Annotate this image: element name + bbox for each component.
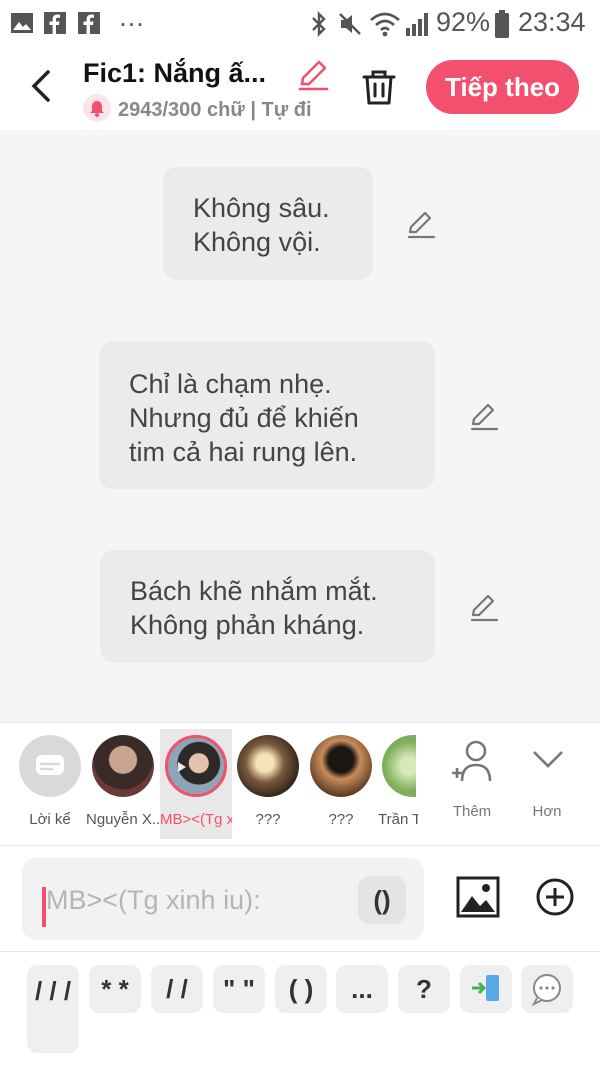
bluetooth-icon	[312, 11, 326, 37]
message-input[interactable]: MB><(Tg xinh iu): ()	[22, 858, 424, 940]
back-arrow-icon[interactable]	[24, 64, 60, 108]
facebook-notification-icon	[44, 12, 66, 34]
character-label: ???	[328, 811, 354, 828]
message-line: Nhưng đủ để khiến	[129, 403, 359, 433]
character-avatar[interactable]	[237, 735, 299, 797]
chevron-down-icon[interactable]	[531, 749, 565, 769]
message-line: tim cả hai rung lên.	[129, 437, 358, 467]
phone-arrow-icon	[472, 975, 499, 1001]
symbol-button[interactable]: " "	[213, 965, 265, 1013]
image-icon[interactable]	[456, 876, 500, 918]
message-bubble[interactable]: Không sâu. Không vội.	[163, 167, 373, 280]
story-title: Fic1: Nắng ấ...	[83, 58, 267, 88]
symbol-button[interactable]: ...	[336, 965, 388, 1013]
message-bubble[interactable]: Bách khẽ nhắm mắt. Không phản kháng.	[100, 550, 435, 663]
more-label[interactable]: Hơn	[524, 803, 570, 820]
character-avatar[interactable]	[92, 735, 154, 797]
message-line: Không sâu.	[193, 193, 330, 223]
word-count-status: 2943/300 chữ | Tự đi	[118, 99, 312, 121]
message-line: Chỉ là chạm nhẹ.	[129, 369, 332, 399]
character-label: Nguyễn X...	[86, 811, 160, 828]
bell-icon	[83, 94, 111, 122]
clock: 23:34	[518, 7, 586, 37]
character-picker: Lời kể Nguyễn X... MB><(Tg x... ??? ??? …	[0, 722, 600, 845]
edit-title-icon[interactable]	[296, 58, 330, 92]
character-label: MB><(Tg x...	[160, 811, 232, 828]
message-line: Không phản kháng.	[130, 610, 365, 640]
battery-percent: 92%	[436, 7, 491, 37]
more-notifications-indicator: …	[118, 2, 145, 32]
image-notification-icon	[11, 13, 33, 33]
edit-message-icon[interactable]	[469, 402, 499, 432]
message-bubble[interactable]: Chỉ là chạm nhẹ. Nhưng đủ để khiến tim c…	[99, 341, 435, 489]
symbol-bar: / / / * * / / " " ( ) ... ?	[0, 951, 600, 1067]
input-placeholder: MB><(Tg xinh iu):	[46, 885, 261, 915]
status-bar: … 92% 23:34	[0, 0, 600, 48]
symbol-button[interactable]: ?	[398, 965, 450, 1013]
add-character-icon[interactable]	[450, 739, 496, 783]
signal-icon	[406, 13, 428, 36]
next-button[interactable]: Tiếp theo	[426, 60, 579, 114]
character-label: ???	[255, 811, 281, 828]
wifi-icon	[370, 12, 400, 37]
symbol-button[interactable]: / / /	[27, 965, 79, 1053]
character-label: Trần T	[378, 811, 418, 828]
mute-icon	[339, 13, 361, 35]
add-circle-icon[interactable]	[535, 877, 575, 917]
character-avatar-selected[interactable]	[165, 735, 227, 797]
character-avatar[interactable]	[382, 735, 416, 797]
symbol-button[interactable]: / /	[151, 965, 203, 1013]
edit-message-icon[interactable]	[406, 210, 436, 240]
chat-bubble-icon	[531, 974, 561, 1007]
chat-bubble-button[interactable]	[521, 965, 573, 1013]
character-avatar[interactable]	[310, 735, 372, 797]
input-area: MB><(Tg xinh iu): ()	[0, 845, 600, 951]
character-label: Lời kể	[29, 811, 71, 828]
facebook-notification-icon	[78, 12, 100, 34]
message-line: Không vội.	[193, 227, 321, 257]
message-line: Bách khẽ nhắm mắt.	[130, 576, 378, 606]
add-character-label[interactable]: Thêm	[444, 803, 500, 820]
editor-header: Fic1: Nắng ấ... 2943/300 chữ | Tự đi Tiế…	[0, 48, 600, 130]
symbol-button[interactable]: ( )	[275, 965, 327, 1013]
edit-message-icon[interactable]	[469, 593, 499, 623]
battery-icon	[495, 10, 509, 38]
parentheses-button[interactable]: ()	[358, 876, 406, 924]
insert-device-button[interactable]	[460, 965, 512, 1013]
narrator-avatar[interactable]	[19, 735, 81, 797]
symbol-button[interactable]: * *	[89, 965, 141, 1013]
trash-icon[interactable]	[360, 68, 398, 106]
